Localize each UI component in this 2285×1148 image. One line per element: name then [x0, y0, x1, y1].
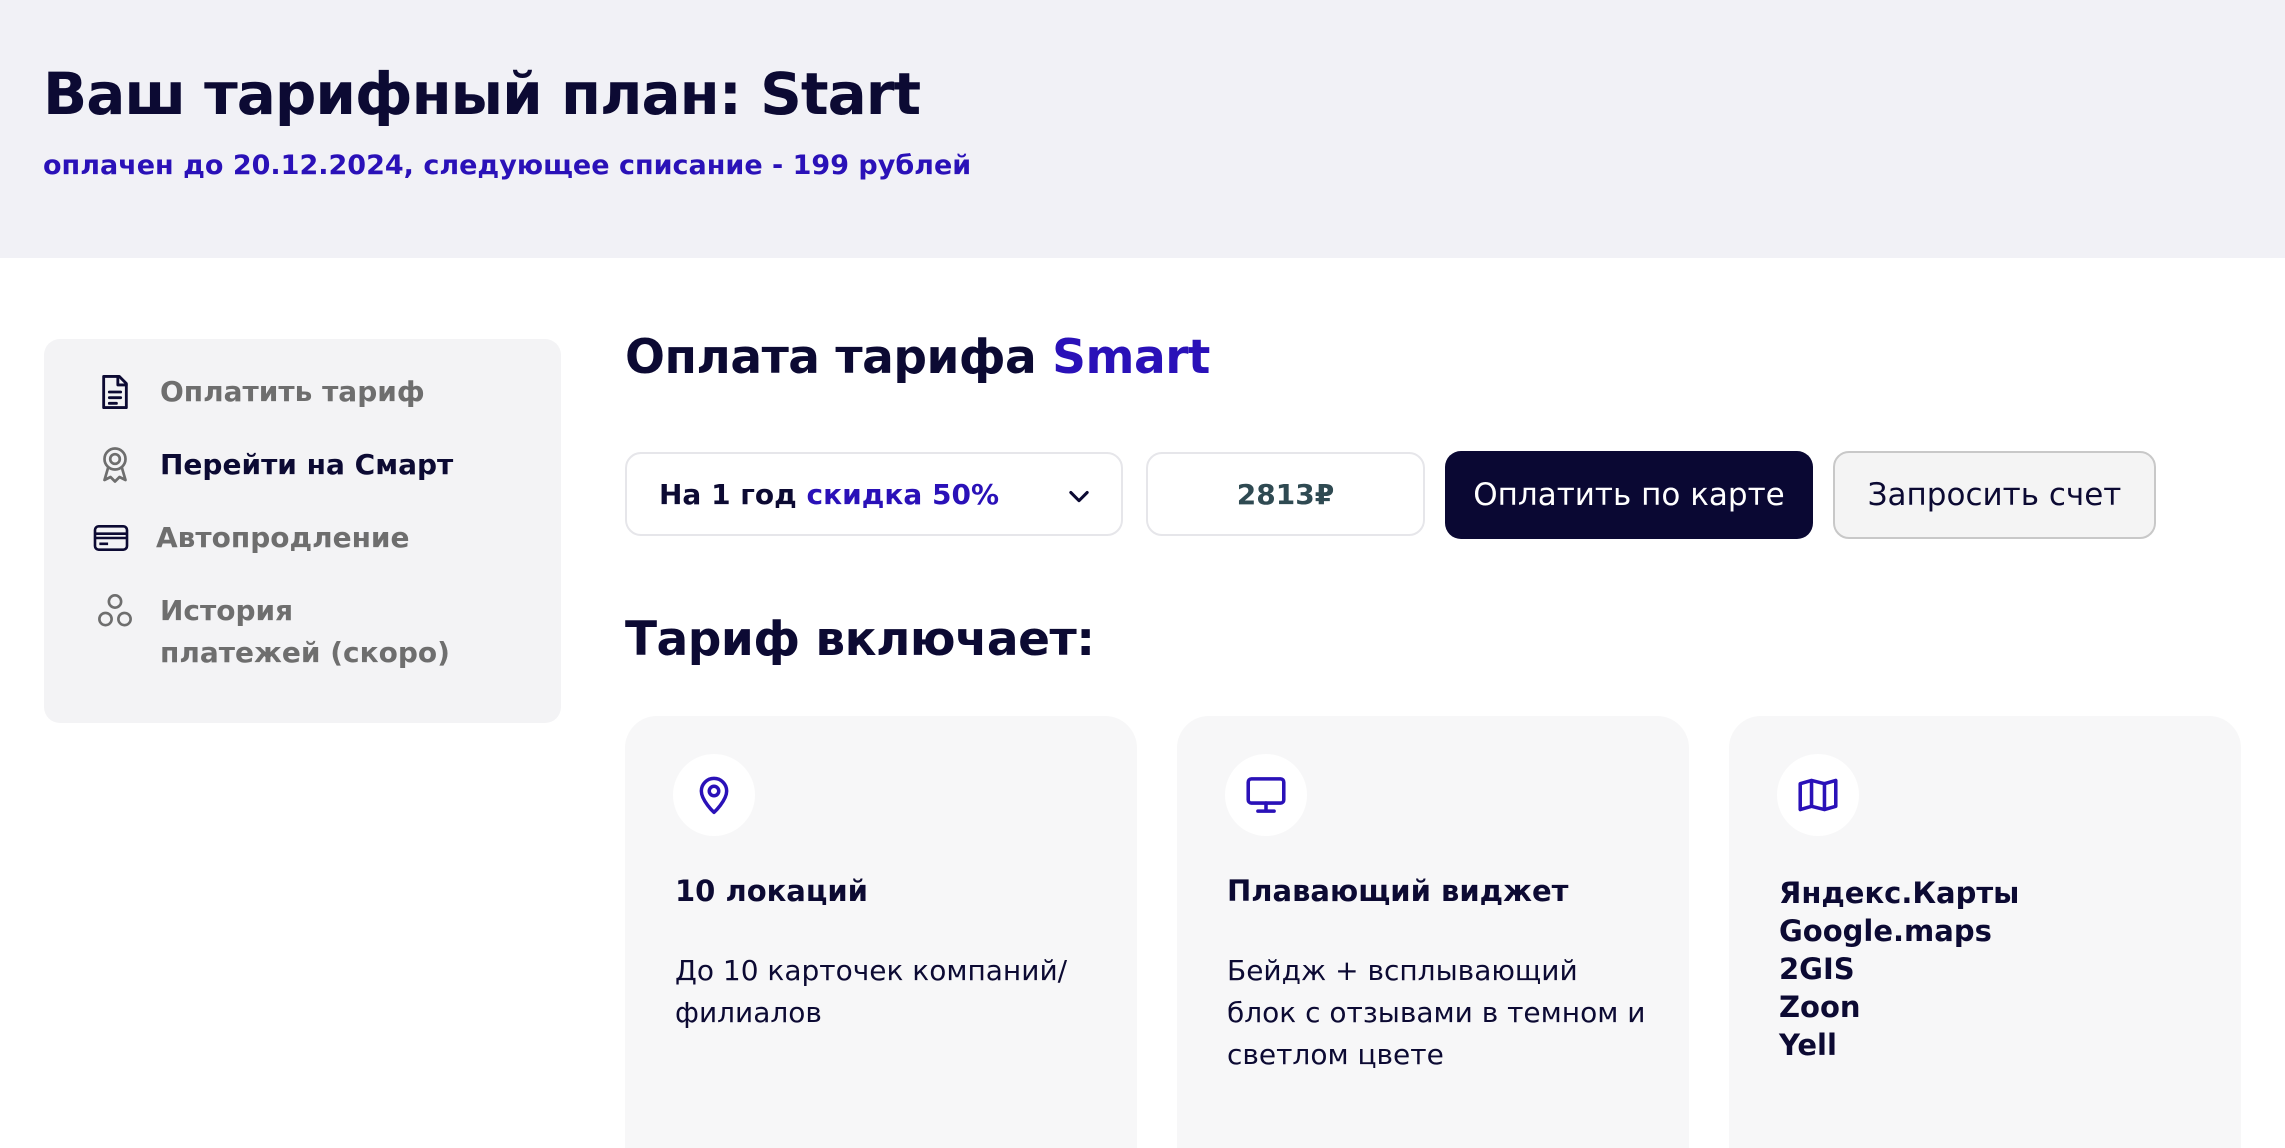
payment-title-prefix: Оплата тарифа [625, 330, 1037, 385]
credit-card-icon [90, 517, 132, 559]
maps-list: Яндекс.Карты Google.maps 2GIS Zoon Yell [1779, 874, 2019, 1064]
sidebar-item-label: История платежей (скоро) [160, 594, 450, 669]
sidebar-item-label: Автопродление [156, 521, 410, 554]
feature-card-widget: Плавающий виджет Бейдж + всплывающий бло… [1177, 716, 1689, 1148]
period-label: На 1 год [659, 477, 797, 511]
list-item: Yell [1779, 1028, 1837, 1062]
plan-header: Ваш тарифный план: Start оплачен до 20.1… [0, 0, 2285, 258]
plan-title: Ваш тарифный план: Start [43, 60, 921, 128]
sidebar-item-payment-history[interactable]: История платежей (скоро) [94, 590, 460, 674]
sidebar-item-switch-smart[interactable]: Перейти на Смарт [94, 444, 460, 486]
pay-by-card-button[interactable]: Оплатить по карте [1445, 451, 1813, 539]
plan-subtitle: оплачен до 20.12.2024, следующее списани… [43, 150, 972, 181]
feature-card-locations: 10 локаций До 10 карточек компаний/ фили… [625, 716, 1137, 1148]
payment-title: Оплата тарифа Smart [625, 330, 1210, 385]
map-icon [1777, 754, 1859, 836]
request-invoice-button[interactable]: Запросить счет [1833, 451, 2156, 539]
feature-title: Плавающий виджет [1227, 874, 1569, 908]
list-item: Яндекс.Карты [1779, 876, 2020, 910]
document-icon [94, 371, 136, 413]
period-select-value: На 1 год скидка 50% [659, 478, 999, 511]
sidebar-item-autorenewal[interactable]: Автопродление [90, 517, 456, 559]
map-pin-icon [673, 754, 755, 836]
list-item: Zoon [1779, 990, 1861, 1024]
period-discount: скидка 50% [806, 477, 1000, 511]
sidebar: Оплатить тариф Перейти на Смарт Автопрод… [44, 339, 561, 723]
list-item: Google.maps [1779, 914, 1992, 948]
circles-icon [94, 590, 136, 632]
includes-title: Тариф включает: [625, 612, 1095, 667]
chevron-down-icon [1065, 482, 1093, 510]
period-select[interactable]: На 1 год скидка 50% [625, 452, 1123, 536]
sidebar-item-label: Перейти на Смарт [160, 448, 454, 481]
award-icon [94, 444, 136, 486]
list-item: 2GIS [1779, 952, 1855, 986]
feature-description: До 10 карточек компаний/ филиалов [675, 954, 1068, 1029]
sidebar-item-label: Оплатить тариф [160, 375, 425, 408]
feature-description: Бейдж + всплывающий блок с отзывами в те… [1227, 954, 1646, 1071]
monitor-icon [1225, 754, 1307, 836]
payment-title-plan: Smart [1052, 330, 1210, 385]
price-field: 2813₽ [1146, 452, 1425, 536]
feature-title: 10 локаций [675, 874, 869, 908]
sidebar-item-pay-tariff[interactable]: Оплатить тариф [94, 371, 460, 413]
feature-card-maps: Яндекс.Карты Google.maps 2GIS Zoon Yell [1729, 716, 2241, 1148]
